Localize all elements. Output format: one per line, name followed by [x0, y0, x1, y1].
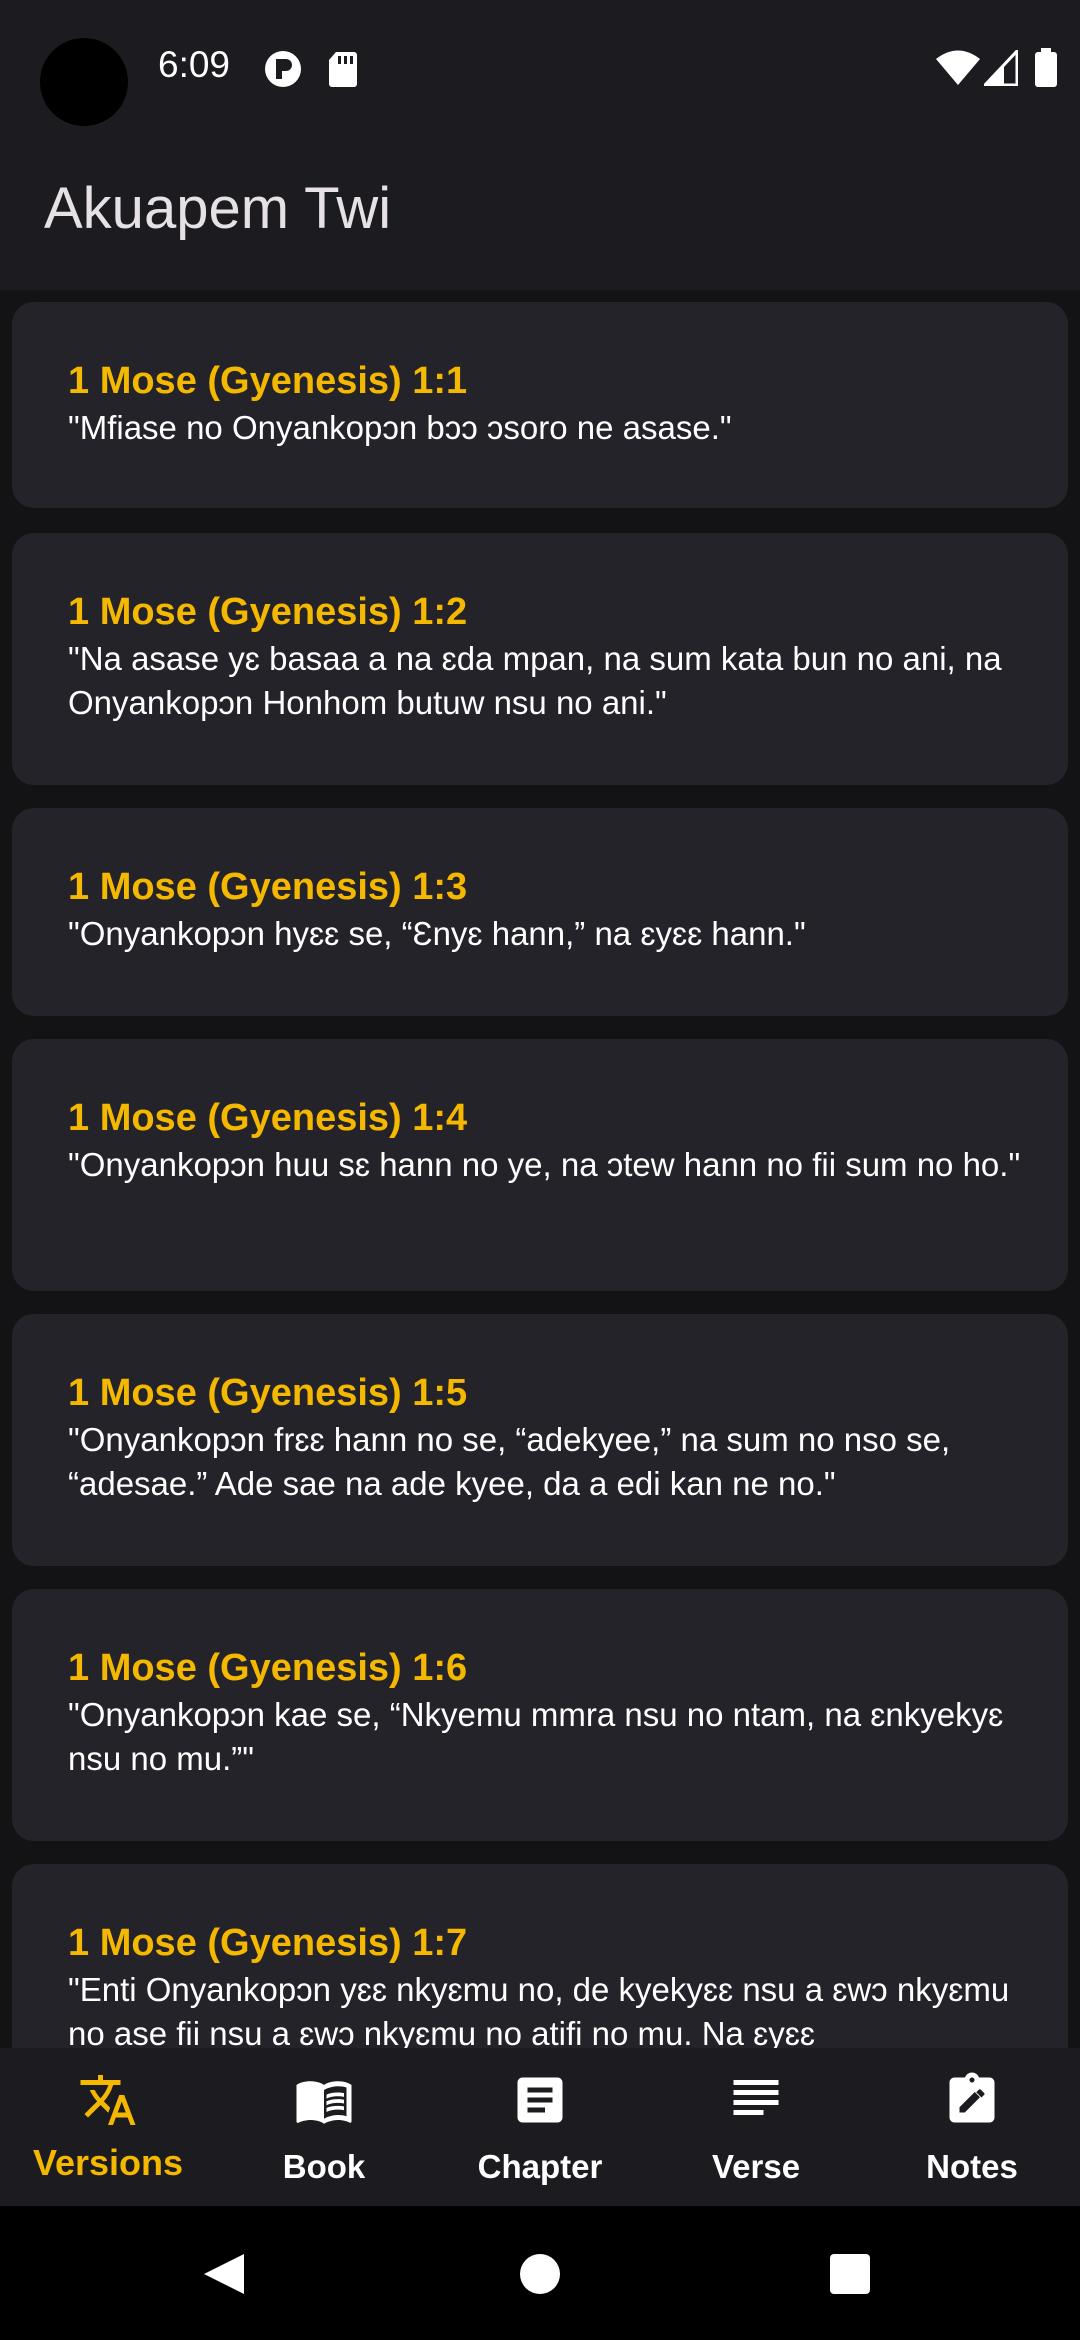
note-edit-icon	[949, 2072, 995, 2123]
verse-text: "Enti Onyankopɔn yɛɛ nkyɛmu no, de kyeky…	[68, 1971, 1010, 2048]
verse-text: "Onyankopɔn frɛɛ hann no se, “adekyee,” …	[68, 1421, 951, 1502]
recents-icon[interactable]	[830, 2254, 870, 2294]
verse-reference: 1 Mose (Gyenesis) 1:3	[68, 866, 468, 908]
nav-label: Verse	[711, 2148, 801, 2185]
verse-reference: 1 Mose (Gyenesis) 1:4	[68, 1097, 468, 1139]
translate-icon	[80, 2075, 136, 2125]
page-title: Akuapem Twi	[44, 176, 392, 241]
camera-cutout	[40, 38, 128, 126]
verse-card[interactable]: 1 Mose (Gyenesis) 1:2 "Na asase yɛ basaa…	[12, 533, 1068, 785]
nav-versions[interactable]: Versions	[0, 2048, 216, 2206]
nav-verse[interactable]: Verse	[648, 2048, 864, 2206]
status-time: 6:09	[158, 44, 231, 85]
verse-reference: 1 Mose (Gyenesis) 1:2	[68, 591, 468, 633]
back-icon[interactable]	[202, 2252, 246, 2296]
bottom-navigation: Versions Book Chapter Verse Notes	[0, 2048, 1080, 2206]
verse-card[interactable]: 1 Mose (Gyenesis) 1:4 "Onyankopɔn huu sɛ…	[12, 1039, 1068, 1291]
status-bar: 6:09	[0, 0, 1080, 140]
verse-text: "Mfiase no Onyankopɔn bɔɔ ɔsoro ne asase…	[68, 409, 732, 446]
verse-reference: 1 Mose (Gyenesis) 1:6	[68, 1647, 468, 1689]
verse-card[interactable]: 1 Mose (Gyenesis) 1:5 "Onyankopɔn frɛɛ h…	[12, 1314, 1068, 1566]
nav-label: Versions	[32, 2142, 184, 2183]
verse-reference: 1 Mose (Gyenesis) 1:5	[68, 1372, 468, 1414]
battery-icon	[1035, 48, 1057, 87]
app-notification-icon	[265, 51, 301, 87]
verse-text: "Onyankopɔn kae se, “Nkyemu mmra nsu no …	[68, 1696, 1004, 1777]
verse-reference: 1 Mose (Gyenesis) 1:1	[68, 360, 468, 402]
verse-card[interactable]: 1 Mose (Gyenesis) 1:1 "Mfiase no Onyanko…	[12, 302, 1068, 508]
verse-card[interactable]: 1 Mose (Gyenesis) 1:6 "Onyankopɔn kae se…	[12, 1589, 1068, 1841]
verse-card[interactable]: 1 Mose (Gyenesis) 1:7 "Enti Onyankopɔn y…	[12, 1864, 1068, 2048]
verse-list[interactable]: 1 Mose (Gyenesis) 1:1 "Mfiase no Onyanko…	[0, 290, 1080, 2048]
nav-book[interactable]: Book	[216, 2048, 432, 2206]
nav-label: Notes	[926, 2148, 1018, 2185]
cell-signal-icon	[984, 50, 1018, 86]
verse-card[interactable]: 1 Mose (Gyenesis) 1:3 "Onyankopɔn hyɛɛ s…	[12, 808, 1068, 1016]
nav-chapter[interactable]: Chapter	[432, 2048, 648, 2206]
verse-reference: 1 Mose (Gyenesis) 1:7	[68, 1922, 468, 1964]
verse-text: "Onyankopɔn hyɛɛ se, “Ɛnyɛ hann,” na ɛyɛ…	[68, 915, 806, 952]
nav-notes[interactable]: Notes	[864, 2048, 1080, 2206]
verse-text: "Onyankopɔn huu sɛ hann no ye, na ɔtew h…	[68, 1146, 1021, 1183]
sd-card-icon	[329, 52, 357, 87]
nav-label: Chapter	[477, 2148, 603, 2185]
system-navigation-bar	[0, 2206, 1080, 2340]
nav-label: Book	[282, 2148, 366, 2185]
verse-text: "Na asase yɛ basaa a na ɛda mpan, na sum…	[68, 640, 1002, 721]
wifi-icon	[936, 50, 980, 85]
home-icon[interactable]	[520, 2254, 560, 2294]
chapter-document-icon	[517, 2077, 563, 2123]
book-open-icon	[296, 2081, 352, 2124]
lines-icon	[733, 2080, 779, 2115]
